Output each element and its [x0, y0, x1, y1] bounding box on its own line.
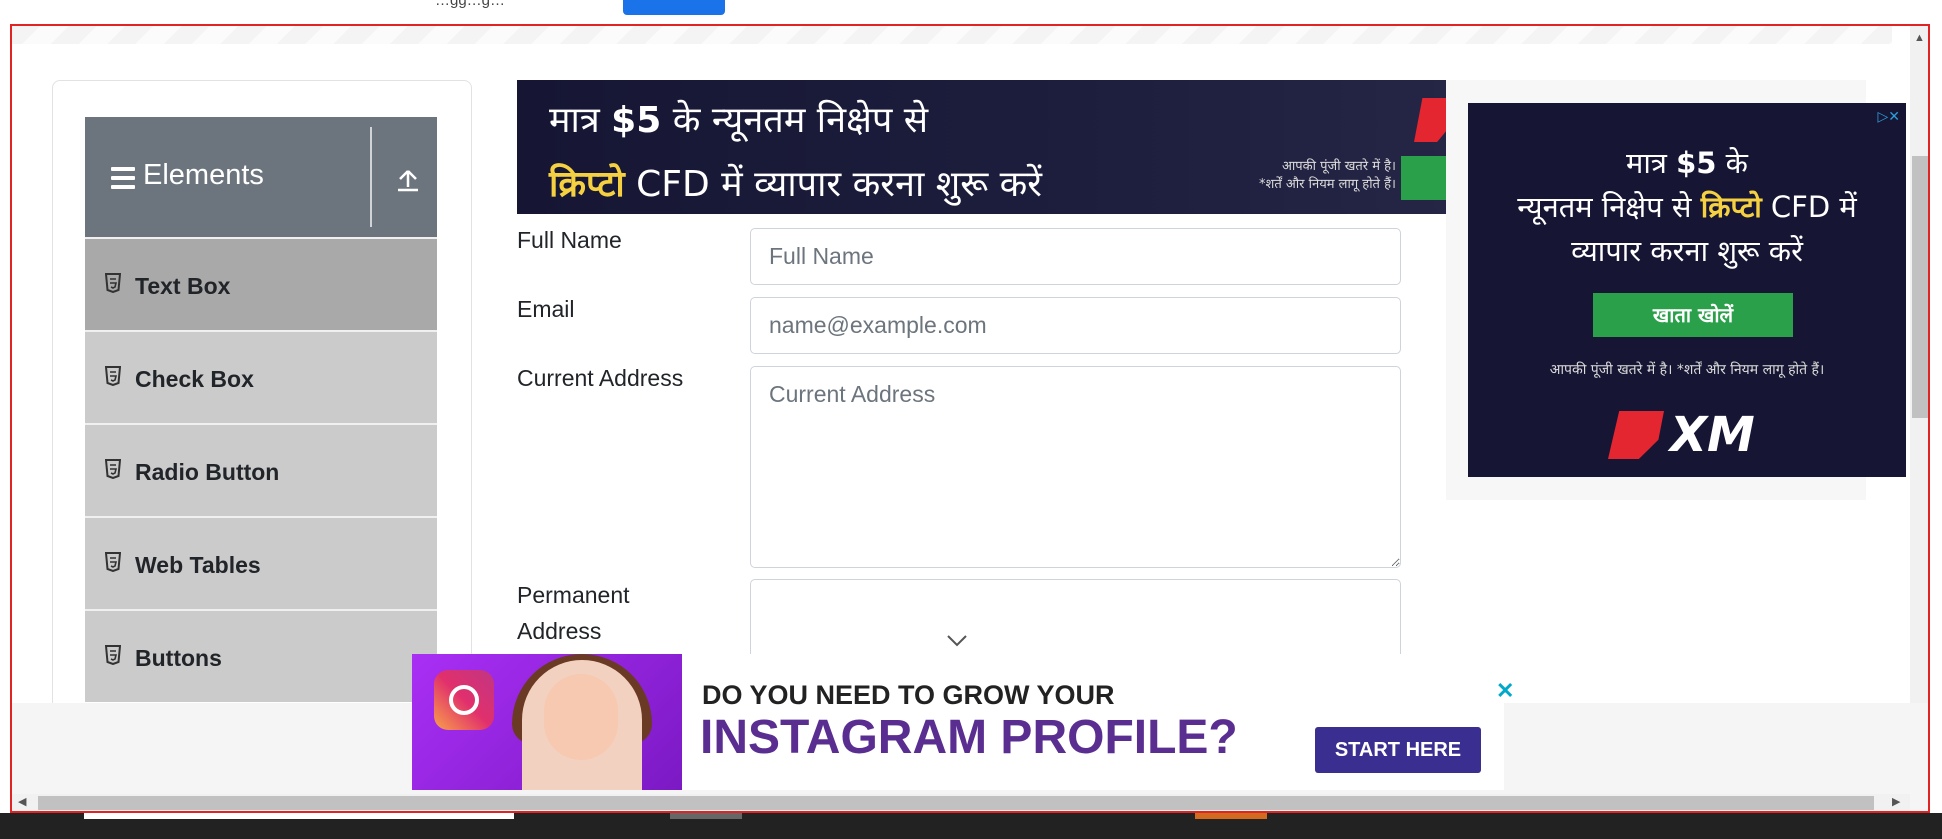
- start-here-button[interactable]: START HERE: [1315, 727, 1481, 773]
- html5-icon: [105, 645, 121, 665]
- html5-icon: [105, 459, 121, 479]
- bottom-strip-block: [84, 813, 514, 819]
- email-input[interactable]: [750, 297, 1401, 354]
- ad-right-open-account-button[interactable]: खाता खोलें: [1593, 293, 1793, 337]
- instagram-icon: [434, 670, 494, 730]
- email-label: Email: [517, 296, 575, 322]
- ad-top-line-2: क्रिप्टो CFD में व्यापार करना शुरू करें: [549, 158, 1042, 207]
- browser-top-strip: …gg…g…: [0, 0, 1942, 24]
- page-viewport-frame: Elements Text Box Check Box Radio Button…: [10, 24, 1930, 813]
- html5-icon: [105, 552, 121, 572]
- sidebar-item-buttons[interactable]: Buttons: [85, 609, 437, 702]
- ad-text: के न्यूनतम निक्षेप से: [661, 100, 929, 141]
- ad-highlight: क्रिप्टो: [549, 164, 625, 205]
- ad-right-line-1: मात्र $5 के: [1468, 141, 1906, 185]
- adchoices-icon[interactable]: ▷✕: [1878, 109, 1901, 125]
- vertical-scrollbar-thumb[interactable]: [1912, 156, 1928, 418]
- html5-icon: [105, 273, 121, 293]
- sidebar-item-text-box[interactable]: Text Box: [85, 237, 437, 330]
- scroll-left-arrow-icon[interactable]: ◀: [18, 795, 26, 808]
- cut-off-text: …gg…g…: [435, 0, 506, 9]
- permanent-address-label-line-2: Address: [517, 618, 602, 644]
- current-address-textarea[interactable]: [750, 366, 1401, 568]
- ad-amount: $5: [611, 100, 662, 141]
- xm-brand-text: XM: [1670, 407, 1755, 463]
- ad-top-line-1: मात्र $5 के न्यूनतम निक्षेप से: [549, 94, 928, 143]
- sidebar-item-label: Web Tables: [135, 552, 261, 578]
- close-ad-icon[interactable]: ✕: [1496, 678, 1514, 704]
- xm-logo: XM: [1608, 407, 1778, 463]
- bottom-strip-block: [670, 813, 742, 819]
- bottom-strip-block: [1195, 813, 1267, 819]
- sidebar-item-check-box[interactable]: Check Box: [85, 330, 437, 423]
- background-pattern: [12, 26, 1892, 44]
- permanent-address-label-line-1: Permanent: [517, 582, 630, 608]
- current-address-label: Current Address: [517, 365, 684, 391]
- scroll-right-arrow-icon[interactable]: ▶: [1892, 795, 1900, 808]
- horizontal-scrollbar[interactable]: ◀ ▶: [12, 794, 1910, 811]
- ad-text: मात्र: [549, 100, 612, 141]
- hamburger-icon: [111, 167, 135, 189]
- sidebar-item-radio-button[interactable]: Radio Button: [85, 423, 437, 516]
- ad-right-text: मात्र $5 के न्यूनतम निक्षेप से क्रिप्टो …: [1468, 141, 1906, 273]
- sidebar-item-web-tables[interactable]: Web Tables: [85, 516, 437, 609]
- ad-text: CFD में व्यापार करना शुरू करें: [624, 164, 1042, 205]
- ad-text: न्यूनतम निक्षेप से: [1517, 190, 1701, 224]
- html5-icon: [105, 366, 121, 386]
- ad-banner-right[interactable]: ▷✕ मात्र $5 के न्यूनतम निक्षेप से क्रिप्…: [1468, 103, 1906, 477]
- ad-right-line-3: व्यापार करना शुरू करें: [1571, 234, 1803, 268]
- xm-logo-mark: [1608, 411, 1664, 459]
- ad-right-disclaimer: आपकी पूंजी खतरे में है। *शर्तें और नियम …: [1549, 362, 1825, 378]
- ad-person-face: [544, 674, 618, 760]
- scroll-up-arrow-icon[interactable]: ▲: [1914, 32, 1925, 44]
- ad-text: के: [1716, 146, 1748, 180]
- ad-bottom-purple-panel: [412, 654, 682, 790]
- full-name-input[interactable]: [750, 228, 1401, 285]
- ad-bottom-headline-1: DO YOU NEED TO GROW YOUR: [702, 680, 1115, 710]
- collapse-upload-icon[interactable]: [395, 167, 421, 193]
- sidebar-item-label: Radio Button: [135, 459, 280, 485]
- ad-text: मात्र: [1626, 146, 1677, 180]
- ad-top-disclaimer: आपकी पूंजी खतरे में है। *शर्तें और नियम ल…: [1259, 158, 1396, 194]
- sidebar-item-label: Buttons: [135, 645, 222, 671]
- ad-right-line-2: न्यूनतम निक्षेप से क्रिप्टो CFD में: [1468, 185, 1906, 229]
- ad-bottom-headline-2: INSTAGRAM PROFILE?: [700, 711, 1238, 764]
- ad-banner-top[interactable]: मात्र $5 के न्यूनतम निक्षेप से क्रिप्टो …: [517, 80, 1453, 214]
- ad-amount: $5: [1676, 146, 1717, 180]
- header-divider: [370, 127, 372, 227]
- sidebar-item-label: Check Box: [135, 366, 254, 392]
- sidebar-header-elements[interactable]: Elements: [85, 117, 437, 237]
- bottom-dark-strip: [0, 813, 1942, 839]
- top-blue-button[interactable]: [623, 0, 725, 15]
- ad-banner-bottom[interactable]: DO YOU NEED TO GROW YOUR INSTAGRAM PROFI…: [412, 654, 1504, 790]
- ad-text: CFD में: [1761, 190, 1857, 224]
- horizontal-scrollbar-thumb[interactable]: [38, 796, 1874, 810]
- ad-disclaimer-line: आपकी पूंजी खतरे में है।: [1282, 159, 1396, 174]
- chevron-down-icon: [947, 635, 967, 647]
- full-name-label: Full Name: [517, 227, 622, 253]
- vertical-scrollbar[interactable]: ▲ ▼: [1910, 26, 1928, 786]
- sidebar-header-title: Elements: [143, 159, 264, 191]
- ad-highlight: क्रिप्टो: [1700, 190, 1762, 224]
- ad-disclaimer-line: *शर्तें और नियम लागू होते हैं।: [1259, 177, 1396, 192]
- sidebar-item-label: Text Box: [135, 273, 231, 299]
